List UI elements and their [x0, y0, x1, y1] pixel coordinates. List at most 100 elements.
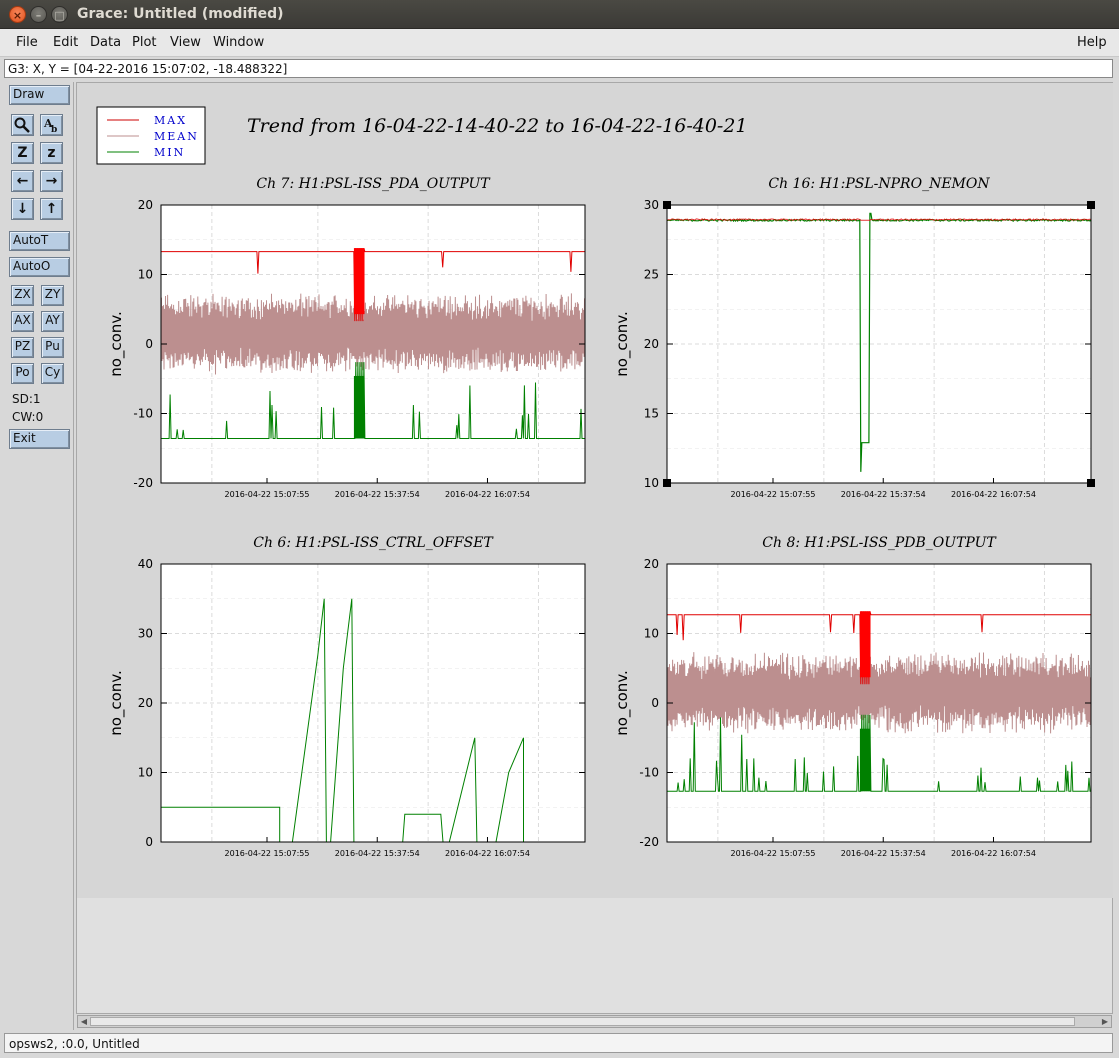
- plot-title: Ch 16: H1:PSL-NPRO_NEMON: [768, 176, 990, 192]
- y-tick-label: 0: [651, 696, 659, 710]
- window-minimize-icon[interactable]: –: [30, 6, 47, 23]
- text-label-icon: A b: [43, 117, 57, 135]
- menu-help-label: Help: [1077, 35, 1107, 50]
- y-tick-label: 30: [644, 198, 659, 212]
- canvas-hscrollbar[interactable]: ◀ ▶: [77, 1015, 1112, 1028]
- y-tick-label: -10: [133, 407, 153, 421]
- y-tick-label: 40: [138, 557, 153, 571]
- scroll-thumb[interactable]: [90, 1017, 1075, 1026]
- canvas-viewport[interactable]: MAX MEAN MIN Trend from 16-04-22-14-40-2…: [76, 82, 1113, 1014]
- menu-edit[interactable]: Edit: [53, 35, 78, 50]
- menu-data[interactable]: Data: [90, 35, 121, 50]
- menubar: File Edit Data Plot View Window Help: [0, 29, 1119, 57]
- y-tick-label: 10: [644, 476, 659, 490]
- text-icon[interactable]: A b: [40, 114, 63, 136]
- autot-button[interactable]: AutoT: [9, 231, 70, 251]
- y-tick-label: 10: [138, 268, 153, 282]
- po-button[interactable]: Po: [11, 363, 34, 384]
- y-tick-label: 10: [138, 766, 153, 780]
- x-tick-label: 2016-04-22 16:07:54: [951, 490, 1036, 499]
- menu-view-label: View: [170, 35, 201, 50]
- y-tick-label: -10: [639, 766, 659, 780]
- menu-window-label: Window: [213, 35, 265, 50]
- zoom-out-icon[interactable]: z: [40, 142, 63, 164]
- menu-file[interactable]: File: [16, 35, 38, 50]
- down-arrow-icon[interactable]: ↓: [11, 198, 34, 220]
- x-tick-label: 2016-04-22 15:07:55: [225, 490, 310, 499]
- zoom-in-icon[interactable]: Z: [11, 142, 34, 164]
- autoo-button[interactable]: AutoO: [9, 257, 70, 277]
- window-close-icon[interactable]: ×: [9, 6, 26, 23]
- menu-edit-label: Edit: [53, 35, 79, 50]
- x-tick-label: 2016-04-22 16:07:54: [951, 849, 1036, 858]
- x-tick-label: 2016-04-22 16:07:54: [445, 849, 530, 858]
- y-tick-label: 15: [644, 407, 659, 421]
- series-max-burst: [353, 248, 365, 315]
- y-tick-label: 20: [138, 696, 153, 710]
- plot-title: Ch 8: H1:PSL-ISS_PDB_OUTPUT: [762, 535, 997, 551]
- x-tick-label: 2016-04-22 15:37:54: [841, 490, 926, 499]
- ay-button[interactable]: AY: [41, 311, 64, 332]
- status-bar: opsws2, :0.0, Untitled: [4, 1033, 1113, 1053]
- window-title: Grace: Untitled (modified): [77, 6, 284, 22]
- scroll-left-icon[interactable]: ◀: [78, 1016, 90, 1027]
- y-tick-label: 30: [138, 627, 153, 641]
- cy-button[interactable]: Cy: [41, 363, 64, 384]
- ax-button[interactable]: AX: [11, 311, 34, 332]
- y-tick-label: -20: [639, 835, 659, 849]
- y-axis-label: no_conv.: [613, 670, 632, 736]
- pu-button[interactable]: Pu: [41, 337, 64, 358]
- zy-button[interactable]: ZY: [41, 285, 64, 306]
- x-tick-label: 2016-04-22 15:07:55: [225, 849, 310, 858]
- x-tick-label: 2016-04-22 15:37:54: [335, 849, 420, 858]
- plot-title: Ch 6: H1:PSL-ISS_CTRL_OFFSET: [253, 535, 494, 551]
- menu-view[interactable]: View: [170, 35, 201, 50]
- plot-1[interactable]: 20 10 0 -10 -20 2016-04-22 15:07:55 2016-04-22…: [107, 176, 586, 499]
- y-tick-label: 20: [644, 557, 659, 571]
- legend-min-label: MIN: [154, 146, 185, 159]
- menu-plot-label: Plot: [132, 35, 157, 50]
- x-tick-label: 2016-04-22 15:07:55: [731, 849, 816, 858]
- canvas-page[interactable]: MAX MEAN MIN Trend from 16-04-22-14-40-2…: [77, 83, 1113, 898]
- left-arrow-icon[interactable]: ←: [11, 170, 34, 192]
- y-axis-label: no_conv.: [613, 311, 632, 377]
- x-tick-label: 2016-04-22 16:07:54: [445, 490, 530, 499]
- y-tick-label: -20: [133, 476, 153, 490]
- x-tick-label: 2016-04-22 15:37:54: [841, 849, 926, 858]
- scroll-right-icon[interactable]: ▶: [1099, 1016, 1111, 1027]
- sd-label: SD:1: [12, 392, 41, 406]
- y-axis-label: no_conv.: [107, 311, 126, 377]
- window-maximize-icon[interactable]: □: [51, 6, 68, 23]
- zoom-icon[interactable]: [11, 114, 34, 136]
- figure-svg[interactable]: MAX MEAN MIN Trend from 16-04-22-14-40-2…: [77, 83, 1113, 898]
- magnifier-icon: [14, 117, 30, 133]
- plot-3[interactable]: 40 30 20 10 0 2016-04-22 15:07:55 2016-04-22 1…: [107, 535, 586, 858]
- y-tick-label: 20: [644, 337, 659, 351]
- pz-button[interactable]: PZ: [11, 337, 34, 358]
- legend-max-label: MAX: [154, 114, 187, 127]
- series-max-burst: [859, 611, 871, 678]
- cw-label: CW:0: [12, 410, 44, 424]
- series-min-burst: [859, 728, 871, 792]
- menu-plot[interactable]: Plot: [132, 35, 157, 50]
- window-titlebar: × – □ Grace: Untitled (modified): [0, 0, 1119, 29]
- menu-file-label: File: [16, 35, 38, 50]
- plot-4[interactable]: 20 10 0 -10 -20 2016-04-22 15:07:55 2016-04-22…: [613, 535, 1092, 858]
- legend-mean-label: MEAN: [154, 130, 199, 143]
- exit-button[interactable]: Exit: [9, 429, 70, 449]
- x-tick-label: 2016-04-22 15:07:55: [731, 490, 816, 499]
- y-tick-label: 10: [644, 627, 659, 641]
- menu-help[interactable]: Help: [1077, 35, 1107, 50]
- up-arrow-icon[interactable]: ↑: [40, 198, 63, 220]
- menu-window[interactable]: Window: [213, 35, 264, 50]
- x-tick-label: 2016-04-22 15:37:54: [335, 490, 420, 499]
- plot-title: Ch 7: H1:PSL-ISS_PDA_OUTPUT: [256, 176, 491, 192]
- menu-data-label: Data: [90, 35, 122, 50]
- plot-2[interactable]: 30 25 20 15 10 2016-04-22 15:07:55 2016-04-22 …: [613, 176, 1095, 499]
- locator-bar: G3: X, Y = [04-22-2016 15:07:02, -18.488…: [4, 59, 1113, 78]
- y-tick-label: 0: [145, 835, 153, 849]
- draw-button[interactable]: Draw: [9, 85, 70, 105]
- y-tick-label: 0: [145, 337, 153, 351]
- right-arrow-icon[interactable]: →: [40, 170, 63, 192]
- zx-button[interactable]: ZX: [11, 285, 34, 306]
